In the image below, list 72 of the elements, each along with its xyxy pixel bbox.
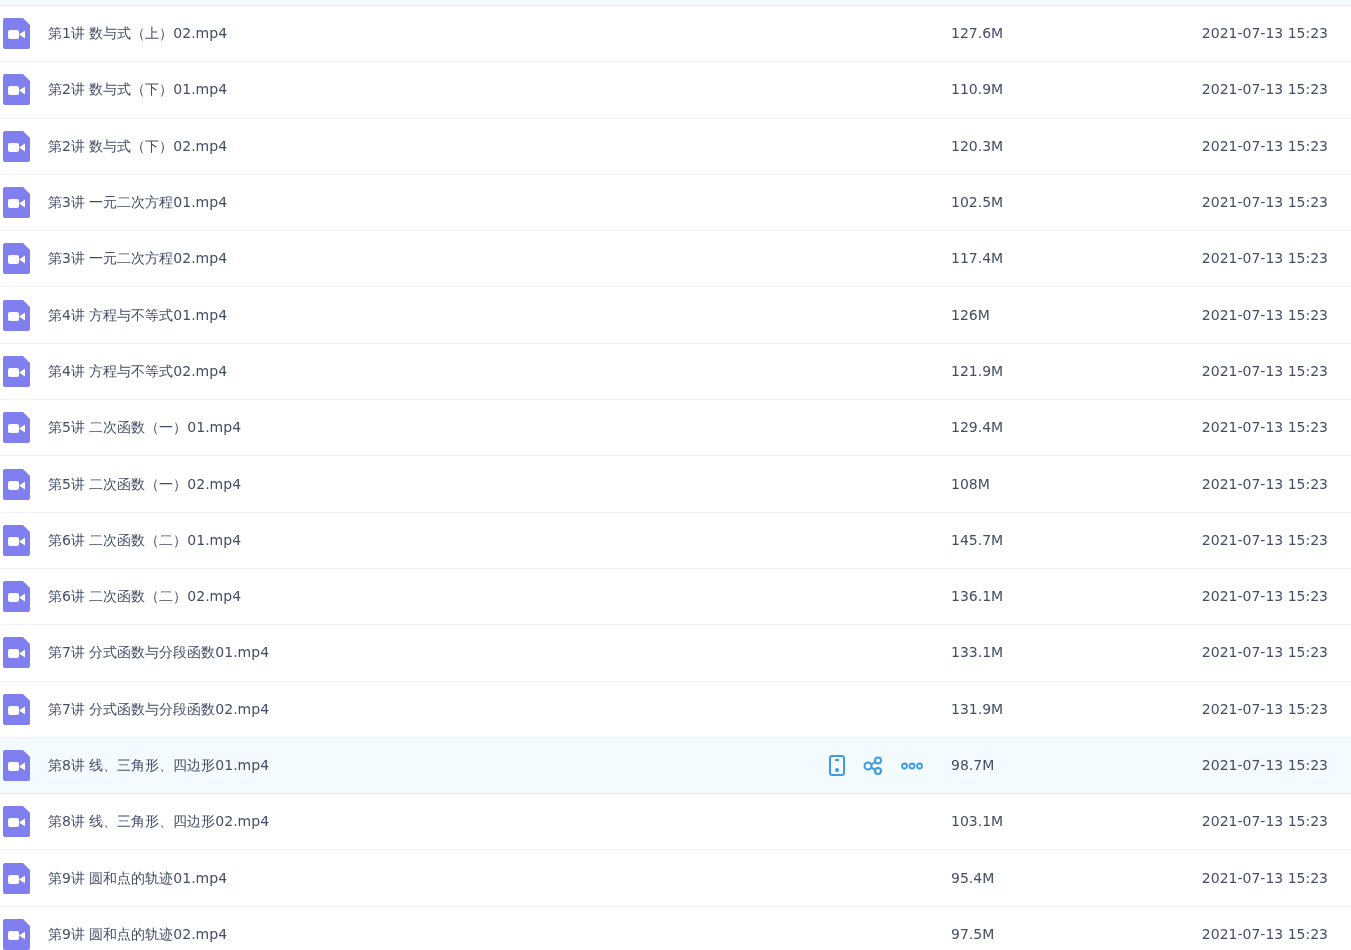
video-file-icon bbox=[3, 637, 30, 669]
file-name[interactable]: 第6讲 二次函数（二）02.mp4 bbox=[48, 586, 242, 608]
video-file-icon bbox=[3, 862, 30, 894]
modified-time: 2021-07-13 15:23 bbox=[1200, 24, 1329, 44]
file-size: 127.6M bbox=[951, 24, 1005, 44]
modified-time: 2021-07-13 15:23 bbox=[1200, 136, 1329, 156]
video-file-icon bbox=[3, 806, 30, 838]
file-name[interactable]: 第7讲 分式函数与分段函数01.mp4 bbox=[48, 642, 270, 664]
file-size: 108M bbox=[951, 474, 991, 494]
phone-icon[interactable] bbox=[829, 755, 845, 776]
file-name[interactable]: 第7讲 分式函数与分段函数02.mp4 bbox=[48, 698, 270, 720]
file-size: 97.5M bbox=[951, 924, 996, 944]
modified-time: 2021-07-13 15:23 bbox=[1200, 812, 1329, 832]
file-size: 103.1M bbox=[951, 812, 1005, 832]
file-size: 95.4M bbox=[951, 868, 996, 888]
modified-time: 2021-07-13 15:23 bbox=[1200, 474, 1329, 494]
file-name[interactable]: 第1讲 数与式（上）02.mp4 bbox=[48, 23, 228, 45]
video-file-icon bbox=[3, 581, 30, 613]
modified-time: 2021-07-13 15:23 bbox=[1200, 361, 1329, 381]
file-size: 129.4M bbox=[951, 418, 1005, 438]
file-name[interactable]: 第8讲 线、三角形、四边形02.mp4 bbox=[48, 811, 270, 833]
file-name[interactable]: 第5讲 二次函数（一）01.mp4 bbox=[48, 417, 242, 439]
video-file-icon bbox=[3, 299, 30, 331]
file-size: 102.5M bbox=[951, 193, 1005, 213]
video-file-icon bbox=[3, 693, 30, 725]
file-name[interactable]: 第4讲 方程与不等式02.mp4 bbox=[48, 360, 228, 382]
video-file-icon bbox=[3, 412, 30, 444]
modified-time: 2021-07-13 15:23 bbox=[1200, 699, 1329, 719]
modified-time: 2021-07-13 15:23 bbox=[1200, 530, 1329, 550]
modified-time: 2021-07-13 15:23 bbox=[1200, 868, 1329, 888]
file-size: 136.1M bbox=[951, 587, 1005, 607]
modified-time: 2021-07-13 15:23 bbox=[1200, 418, 1329, 438]
modified-time: 2021-07-13 15:23 bbox=[1200, 193, 1329, 213]
modified-time: 2021-07-13 15:23 bbox=[1200, 249, 1329, 269]
video-file-icon bbox=[3, 468, 30, 500]
file-name[interactable]: 第2讲 数与式（下）02.mp4 bbox=[48, 135, 228, 157]
modified-time: 2021-07-13 15:23 bbox=[1200, 924, 1329, 944]
file-name[interactable]: 第9讲 圆和点的轨迹02.mp4 bbox=[48, 923, 228, 945]
modified-time: 2021-07-13 15:23 bbox=[1200, 80, 1329, 100]
modified-time: 2021-07-13 15:23 bbox=[1200, 643, 1329, 663]
file-size: 121.9M bbox=[951, 361, 1005, 381]
file-size: 117.4M bbox=[951, 249, 1005, 269]
file-name[interactable]: 第5讲 二次函数（一）02.mp4 bbox=[48, 473, 242, 495]
file-size: 98.7M bbox=[951, 756, 996, 775]
file-name[interactable]: 第4讲 方程与不等式01.mp4 bbox=[48, 304, 228, 326]
file-name[interactable]: 第9讲 圆和点的轨迹01.mp4 bbox=[48, 867, 228, 889]
share-icon[interactable] bbox=[863, 756, 883, 775]
file-name[interactable]: 第3讲 一元二次方程01.mp4 bbox=[48, 192, 228, 214]
file-size: 126M bbox=[951, 305, 991, 325]
modified-time: 2021-07-13 15:23 bbox=[1200, 305, 1329, 325]
video-file-icon bbox=[3, 750, 30, 781]
file-row[interactable]: 第8讲 线、三角形、四边形01.mp4 98.7M 2021-07-13 15:23 bbox=[0, 737, 1351, 795]
video-file-icon bbox=[3, 918, 30, 950]
file-size: 145.7M bbox=[951, 530, 1005, 550]
file-name[interactable]: 第8讲 线、三角形、四边形01.mp4 bbox=[48, 755, 270, 776]
video-file-icon bbox=[3, 74, 30, 106]
file-name[interactable]: 第3讲 一元二次方程02.mp4 bbox=[48, 248, 228, 270]
more-icon[interactable] bbox=[901, 761, 923, 770]
modified-time: 2021-07-13 15:23 bbox=[1200, 587, 1329, 607]
file-size: 120.3M bbox=[951, 136, 1005, 156]
video-file-icon bbox=[3, 18, 30, 50]
file-size: 133.1M bbox=[951, 643, 1005, 663]
file-name[interactable]: 第6讲 二次函数（二）01.mp4 bbox=[48, 529, 242, 551]
modified-time: 2021-07-13 15:23 bbox=[1200, 756, 1329, 775]
video-file-icon bbox=[3, 355, 30, 387]
file-name[interactable]: 第2讲 数与式（下）01.mp4 bbox=[48, 79, 228, 101]
video-file-icon bbox=[3, 524, 30, 556]
video-file-icon bbox=[3, 130, 30, 162]
video-file-icon bbox=[3, 187, 30, 219]
file-size: 110.9M bbox=[951, 80, 1005, 100]
video-file-icon bbox=[3, 243, 30, 275]
file-size: 131.9M bbox=[951, 699, 1005, 719]
